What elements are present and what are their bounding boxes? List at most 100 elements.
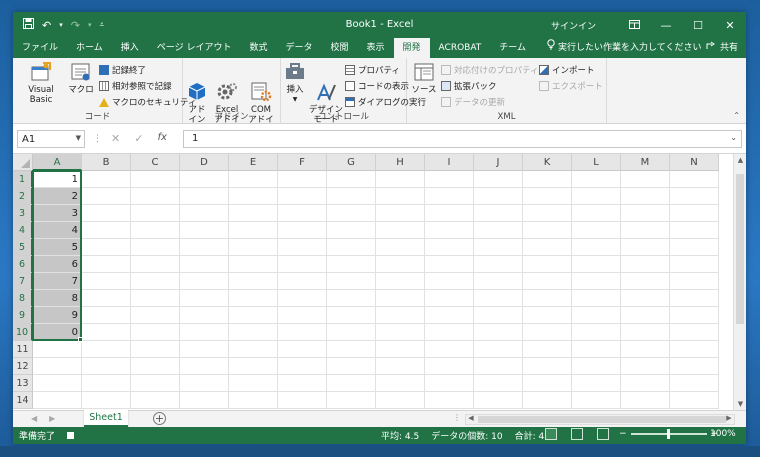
cell-d3[interactable] [180, 205, 229, 222]
cell-i14[interactable] [425, 392, 474, 409]
horizontal-scrollbar[interactable]: ◀ ▶ [465, 414, 735, 425]
cell-c13[interactable] [131, 375, 180, 392]
cell-b1[interactable] [82, 171, 131, 188]
cell-l3[interactable] [572, 205, 621, 222]
macro-security-button[interactable]: マクロのセキュリティ [99, 95, 197, 109]
cell-e9[interactable] [229, 307, 278, 324]
cell-e2[interactable] [229, 188, 278, 205]
name-box[interactable]: A1 ▼ [17, 130, 85, 148]
scroll-right-icon[interactable]: ▶ [724, 414, 734, 422]
cell-l13[interactable] [572, 375, 621, 392]
cell-c3[interactable] [131, 205, 180, 222]
cell-a9[interactable]: 9 [33, 307, 82, 324]
cell-c14[interactable] [131, 392, 180, 409]
cancel-icon[interactable]: ✕ [111, 132, 120, 145]
cell-k8[interactable] [523, 290, 572, 307]
tab-data[interactable]: データ [276, 38, 321, 58]
cell-a3[interactable]: 3 [33, 205, 82, 222]
cell-h11[interactable] [376, 341, 425, 358]
page-break-view-icon[interactable] [597, 428, 609, 440]
cell-g6[interactable] [327, 256, 376, 273]
macro-recording-icon[interactable] [67, 432, 74, 439]
cell-e6[interactable] [229, 256, 278, 273]
cell-m1[interactable] [621, 171, 670, 188]
scroll-down-icon[interactable]: ▼ [734, 400, 746, 408]
cell-g13[interactable] [327, 375, 376, 392]
cell-k11[interactable] [523, 341, 572, 358]
export-button[interactable]: エクスポート [539, 79, 603, 93]
cell-m12[interactable] [621, 358, 670, 375]
cell-m10[interactable] [621, 324, 670, 341]
cell-m8[interactable] [621, 290, 670, 307]
cell-k1[interactable] [523, 171, 572, 188]
zoom-slider-knob[interactable] [666, 429, 670, 439]
cell-b8[interactable] [82, 290, 131, 307]
cell-j2[interactable] [474, 188, 523, 205]
cell-n3[interactable] [670, 205, 719, 222]
cell-g11[interactable] [327, 341, 376, 358]
cell-g10[interactable] [327, 324, 376, 341]
cell-i13[interactable] [425, 375, 474, 392]
cell-k7[interactable] [523, 273, 572, 290]
cell-d10[interactable] [180, 324, 229, 341]
cell-f14[interactable] [278, 392, 327, 409]
tab-developer[interactable]: 開発 [393, 38, 430, 58]
cell-i10[interactable] [425, 324, 474, 341]
row-header-12[interactable]: 12 [13, 358, 33, 375]
vertical-scroll-thumb[interactable] [736, 174, 744, 324]
cell-l10[interactable] [572, 324, 621, 341]
cell-c8[interactable] [131, 290, 180, 307]
column-header-d[interactable]: D [180, 154, 229, 171]
scroll-left-icon[interactable]: ◀ [466, 414, 476, 422]
cell-g4[interactable] [327, 222, 376, 239]
cell-f2[interactable] [278, 188, 327, 205]
cell-c4[interactable] [131, 222, 180, 239]
cell-n12[interactable] [670, 358, 719, 375]
cell-e5[interactable] [229, 239, 278, 256]
cell-f9[interactable] [278, 307, 327, 324]
cell-m6[interactable] [621, 256, 670, 273]
row-header-6[interactable]: 6 [13, 256, 33, 273]
tab-view[interactable]: 表示 [358, 38, 394, 58]
cell-k12[interactable] [523, 358, 572, 375]
cell-i4[interactable] [425, 222, 474, 239]
row-header-4[interactable]: 4 [13, 222, 33, 239]
cell-n4[interactable] [670, 222, 719, 239]
tab-page-layout[interactable]: ページ レイアウト [148, 38, 241, 58]
row-header-3[interactable]: 3 [13, 205, 33, 222]
cell-j14[interactable] [474, 392, 523, 409]
redo-dropdown-icon[interactable]: ▾ [88, 21, 92, 29]
column-header-k[interactable]: K [523, 154, 572, 171]
cell-m13[interactable] [621, 375, 670, 392]
cell-n7[interactable] [670, 273, 719, 290]
cell-f11[interactable] [278, 341, 327, 358]
cell-h2[interactable] [376, 188, 425, 205]
cell-g12[interactable] [327, 358, 376, 375]
cell-k9[interactable] [523, 307, 572, 324]
cell-f12[interactable] [278, 358, 327, 375]
row-header-8[interactable]: 8 [13, 290, 33, 307]
properties-button[interactable]: プロパティ [345, 63, 400, 77]
insert-function-icon[interactable]: fx [157, 132, 166, 145]
cell-i3[interactable] [425, 205, 474, 222]
tab-team[interactable]: チーム [490, 38, 535, 58]
insert-control-button[interactable]: 挿入 ▼ [283, 61, 307, 105]
sheet-tab-sheet1[interactable]: Sheet1 [84, 410, 128, 427]
column-header-h[interactable]: H [376, 154, 425, 171]
cell-h5[interactable] [376, 239, 425, 256]
cell-c2[interactable] [131, 188, 180, 205]
cell-g3[interactable] [327, 205, 376, 222]
undo-dropdown-icon[interactable]: ▾ [59, 21, 63, 29]
cell-g7[interactable] [327, 273, 376, 290]
chevron-down-icon[interactable]: ▼ [76, 134, 81, 142]
cell-l6[interactable] [572, 256, 621, 273]
cell-j4[interactable] [474, 222, 523, 239]
cell-l9[interactable] [572, 307, 621, 324]
cell-l12[interactable] [572, 358, 621, 375]
hscroll-split-icon[interactable]: ⋮ [453, 413, 461, 422]
cell-d2[interactable] [180, 188, 229, 205]
cell-h14[interactable] [376, 392, 425, 409]
cell-l2[interactable] [572, 188, 621, 205]
sheet-next-icon[interactable]: ▶ [49, 414, 55, 423]
cell-k4[interactable] [523, 222, 572, 239]
